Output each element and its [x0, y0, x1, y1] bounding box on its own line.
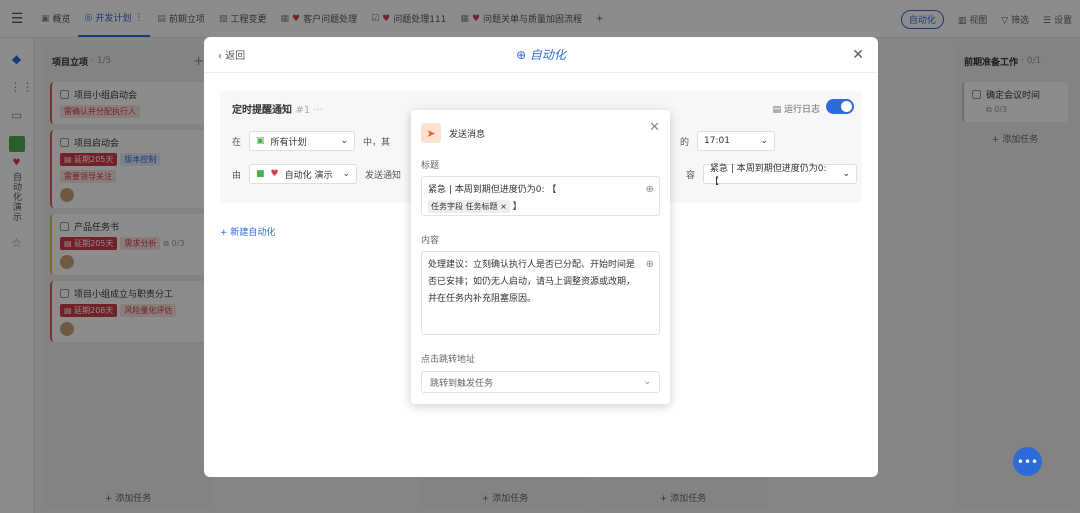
- content-select[interactable]: 紧急 | 本周到期但进度仍为0: 【⌄: [703, 164, 858, 187]
- field-chip[interactable]: 任务字段 任务标题 ×: [428, 200, 510, 213]
- dialog-header: ➤ 发送消息: [421, 123, 485, 143]
- panel-title: ⊕ 自动化: [516, 48, 566, 62]
- content-label: 内容: [421, 236, 440, 246]
- insert-field-icon[interactable]: ⊕: [646, 181, 654, 198]
- plan-select[interactable]: ▣ 所有计划 ⌄: [249, 131, 356, 151]
- rule-enabled-toggle[interactable]: [826, 99, 854, 114]
- run-log-button[interactable]: ▤ 运行日志: [773, 102, 820, 115]
- actor-select[interactable]: ■ ♥ 自动化 演示 ⌄: [249, 164, 358, 184]
- trigger-row: 在 ▣ 所有计划 ⌄ 中，其: [232, 131, 390, 151]
- dialog-title: 发送消息: [449, 129, 486, 140]
- help-fab[interactable]: •••: [1013, 447, 1042, 476]
- time-row: 的 17:01 ⌄: [680, 131, 776, 151]
- new-automation-button[interactable]: + 新建自动化: [220, 225, 275, 238]
- title-label: 标题: [421, 161, 440, 171]
- send-message-dialog: ➤ 发送消息 ✕ 标题 紧急 | 本周到期但进度仍为0: 【 任务字段 任务标题…: [411, 110, 670, 404]
- close-icon[interactable]: ✕: [852, 47, 864, 63]
- content-row: 容 紧急 | 本周到期但进度仍为0: 【⌄: [686, 164, 858, 187]
- time-select[interactable]: 17:01 ⌄: [697, 131, 776, 151]
- action-row: 由 ■ ♥ 自动化 演示 ⌄ 发送通知: [232, 164, 401, 184]
- panel-header: ‹ 返回 ⊕ 自动化 ✕: [204, 37, 878, 73]
- link-select[interactable]: 跳转到触发任务 ⌄: [421, 371, 660, 393]
- content-input[interactable]: 处理建议：立刻确认执行人是否已分配、开始时间是否已安排；如仍无人启动，请马上调整…: [421, 251, 660, 335]
- title-input[interactable]: 紧急 | 本周到期但进度仍为0: 【 任务字段 任务标题 × 】 ⊕: [421, 176, 660, 216]
- chevron-down-icon: ⌄: [643, 377, 651, 387]
- send-icon: ➤: [421, 123, 441, 143]
- close-icon[interactable]: ✕: [649, 120, 660, 135]
- insert-field-icon[interactable]: ⊕: [646, 256, 654, 273]
- link-label: 点击跳转地址: [421, 355, 476, 365]
